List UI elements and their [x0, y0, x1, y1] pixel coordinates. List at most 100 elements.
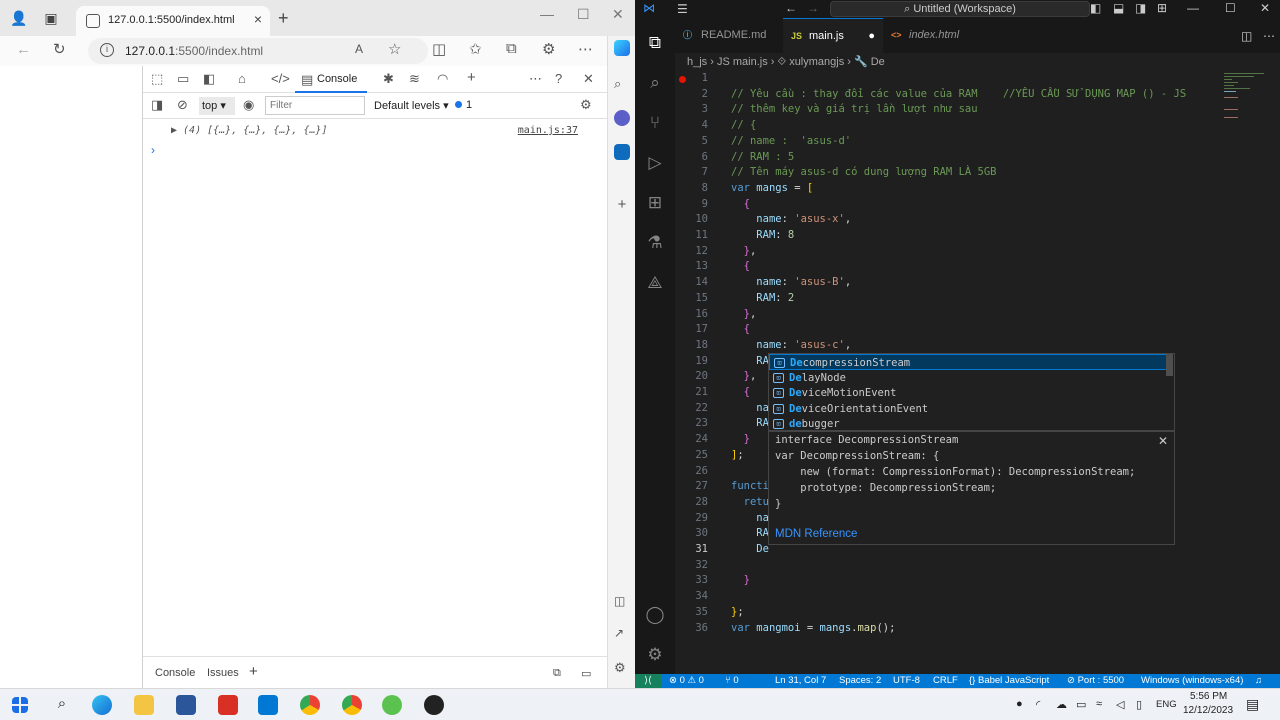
code-line[interactable]: RA	[731, 417, 769, 429]
console-log-source-link[interactable]: main.js:37	[518, 125, 578, 136]
explorer-icon[interactable]: ⧉	[644, 32, 666, 54]
console-log-entry[interactable]: ▶ (4) [{…}, {…}, {…}, {…}]	[171, 125, 328, 136]
sidebar-search-icon[interactable]: ⌕	[614, 76, 630, 92]
code-line[interactable]: },	[731, 370, 757, 382]
code-line[interactable]: RA	[731, 355, 769, 367]
extensions-icon[interactable]: ⚙	[542, 40, 555, 58]
file-explorer-icon[interactable]	[134, 695, 154, 715]
ports-status[interactable]: ⑂ 0	[725, 674, 739, 688]
code-line[interactable]: {	[731, 386, 750, 398]
drawer-add-tab-icon[interactable]: +	[249, 663, 258, 680]
nav-forward-icon[interactable]: →	[807, 1, 819, 15]
tray-display-icon[interactable]: ▭	[1076, 698, 1086, 711]
eol-status[interactable]: CRLF	[933, 674, 958, 688]
code-line[interactable]: name: 'asus-x',	[731, 213, 851, 225]
split-screen-icon[interactable]: ◫	[432, 40, 446, 58]
suggestion-item[interactable]: ⊡ debugger	[769, 416, 1167, 430]
live-server-port[interactable]: ⊘ Port : 5500	[1067, 674, 1124, 688]
sidebar-toggle-icon[interactable]: ◨	[151, 97, 163, 113]
drawer-tab-console[interactable]: Console	[155, 667, 195, 679]
extensions-icon[interactable]: ⊞	[644, 192, 666, 214]
drawer-collapse-icon[interactable]: ▭	[581, 667, 591, 680]
menu-hamburger-icon[interactable]: ☰	[677, 2, 688, 16]
code-line[interactable]: },	[731, 245, 757, 257]
testing-flask-icon[interactable]: ⚗	[644, 232, 666, 254]
toggle-panel-icon[interactable]: ⬓	[1113, 1, 1124, 15]
code-line[interactable]: RA	[731, 527, 769, 539]
coccoc-app-icon[interactable]	[382, 695, 402, 715]
platform-status[interactable]: Windows (windows-x64)	[1141, 674, 1243, 688]
collections-icon[interactable]: ⧉	[506, 40, 517, 57]
search-icon[interactable]: ⌕	[644, 72, 666, 94]
tab-readme[interactable]: ⓘ README.md	[675, 18, 783, 53]
back-icon[interactable]: ←	[16, 41, 31, 58]
tray-volume-icon[interactable]: ◁	[1116, 698, 1124, 711]
code-line[interactable]: RAM: 8	[731, 229, 794, 241]
sidebar-add-icon[interactable]: +	[614, 196, 630, 213]
sidebar-hide-icon[interactable]: ◫	[614, 594, 630, 610]
code-line[interactable]: na	[731, 512, 769, 524]
vscode-app-icon[interactable]	[258, 695, 278, 715]
code-line[interactable]: }	[731, 433, 750, 445]
code-line[interactable]: De	[731, 543, 769, 555]
code-line[interactable]: // Yêu cầu : thay đổi các value của RAM …	[731, 88, 1186, 100]
edge-app-icon[interactable]	[92, 695, 112, 715]
site-info-icon[interactable]: i	[100, 43, 114, 57]
vs-close-icon[interactable]: ✕	[1260, 1, 1270, 15]
more-menu-icon[interactable]: ⋯	[578, 40, 593, 58]
performance-gauge-icon[interactable]: ◠	[437, 71, 448, 87]
new-tab-icon[interactable]: +	[278, 8, 289, 29]
editor-more-icon[interactable]: ⋯	[1263, 29, 1275, 43]
chrome-app-icon[interactable]	[300, 695, 320, 715]
mdn-reference-link[interactable]: MDN Reference	[775, 528, 857, 540]
obs-app-icon[interactable]	[424, 695, 444, 715]
start-button-icon[interactable]	[12, 697, 28, 713]
elements-tab-icon[interactable]: </>	[271, 71, 290, 86]
vs-maximize-icon[interactable]: ☐	[1225, 1, 1236, 15]
command-center[interactable]: ⌕ Untitled (Workspace)	[830, 1, 1090, 17]
code-line[interactable]: // thêm key và giá trị lần lượt như sau	[731, 103, 978, 115]
suggestion-item[interactable]: ⊡ DelayNode	[769, 370, 1167, 386]
copilot-icon[interactable]	[614, 40, 630, 56]
sidebar-settings-gear-icon[interactable]: ⚙	[614, 660, 630, 676]
clock-date[interactable]: 12/12/2023	[1183, 705, 1233, 716]
code-line[interactable]: {	[731, 260, 750, 272]
code-line[interactable]: var mangmoi = mangs.map();	[731, 622, 895, 634]
browser-tab-index[interactable]: 127.0.0.1:5500/index.html ×	[76, 6, 270, 36]
help-icon[interactable]: ?	[555, 71, 562, 86]
tray-wifi-icon[interactable]: ≈	[1096, 698, 1102, 710]
maximize-icon[interactable]: ☐	[577, 6, 590, 23]
device-emulation-icon[interactable]: ▭	[177, 71, 189, 87]
acrobat-app-icon[interactable]	[218, 695, 238, 715]
live-expression-eye-icon[interactable]: ◉	[243, 97, 254, 113]
breadcrumb[interactable]: h_js › JS main.js › ⟐ xulymangjs › 🔧 De	[675, 53, 1280, 71]
accounts-icon[interactable]: ◯	[644, 604, 666, 626]
shopping-icon[interactable]	[614, 110, 630, 126]
tray-battery-icon[interactable]: ▯	[1136, 698, 1142, 711]
favorites-icon[interactable]: ✩	[469, 40, 482, 58]
read-aloud-icon[interactable]: A	[355, 42, 363, 56]
chrome-app-icon-2[interactable]	[342, 695, 362, 715]
close-details-icon[interactable]: ✕	[1158, 434, 1168, 448]
input-language[interactable]: ENG	[1156, 699, 1177, 710]
code-line[interactable]: }	[731, 574, 750, 586]
network-wifi-icon[interactable]: ≋	[409, 71, 420, 87]
drawer-dock-icon[interactable]: ⧉	[553, 667, 561, 680]
suggestion-item[interactable]: ⊡ DeviceOrientationEvent	[769, 401, 1167, 417]
manage-gear-icon[interactable]: ⚙	[644, 644, 666, 666]
tray-network-icon[interactable]: ◜	[1036, 698, 1040, 711]
problems-status[interactable]: ⊗ 0 ⚠ 0	[669, 674, 704, 688]
code-line[interactable]: var mangs = [	[731, 182, 813, 194]
code-line[interactable]: {	[731, 323, 750, 335]
tab-actions-icon[interactable]: ▣	[42, 9, 60, 27]
word-app-icon[interactable]	[176, 695, 196, 715]
close-window-icon[interactable]: ✕	[612, 6, 624, 23]
close-devtools-icon[interactable]: ✕	[583, 71, 594, 87]
code-line[interactable]: ];	[731, 449, 744, 461]
vs-minimize-icon[interactable]: —	[1187, 1, 1199, 15]
tab-index-html[interactable]: <> index.html	[883, 18, 983, 53]
code-line[interactable]: // RAM : 5	[731, 151, 794, 163]
remote-indicator-icon[interactable]: ⟩⟨	[635, 674, 661, 688]
code-line[interactable]: },	[731, 308, 757, 320]
toggle-sidebar-icon[interactable]: ◧	[1090, 1, 1101, 15]
